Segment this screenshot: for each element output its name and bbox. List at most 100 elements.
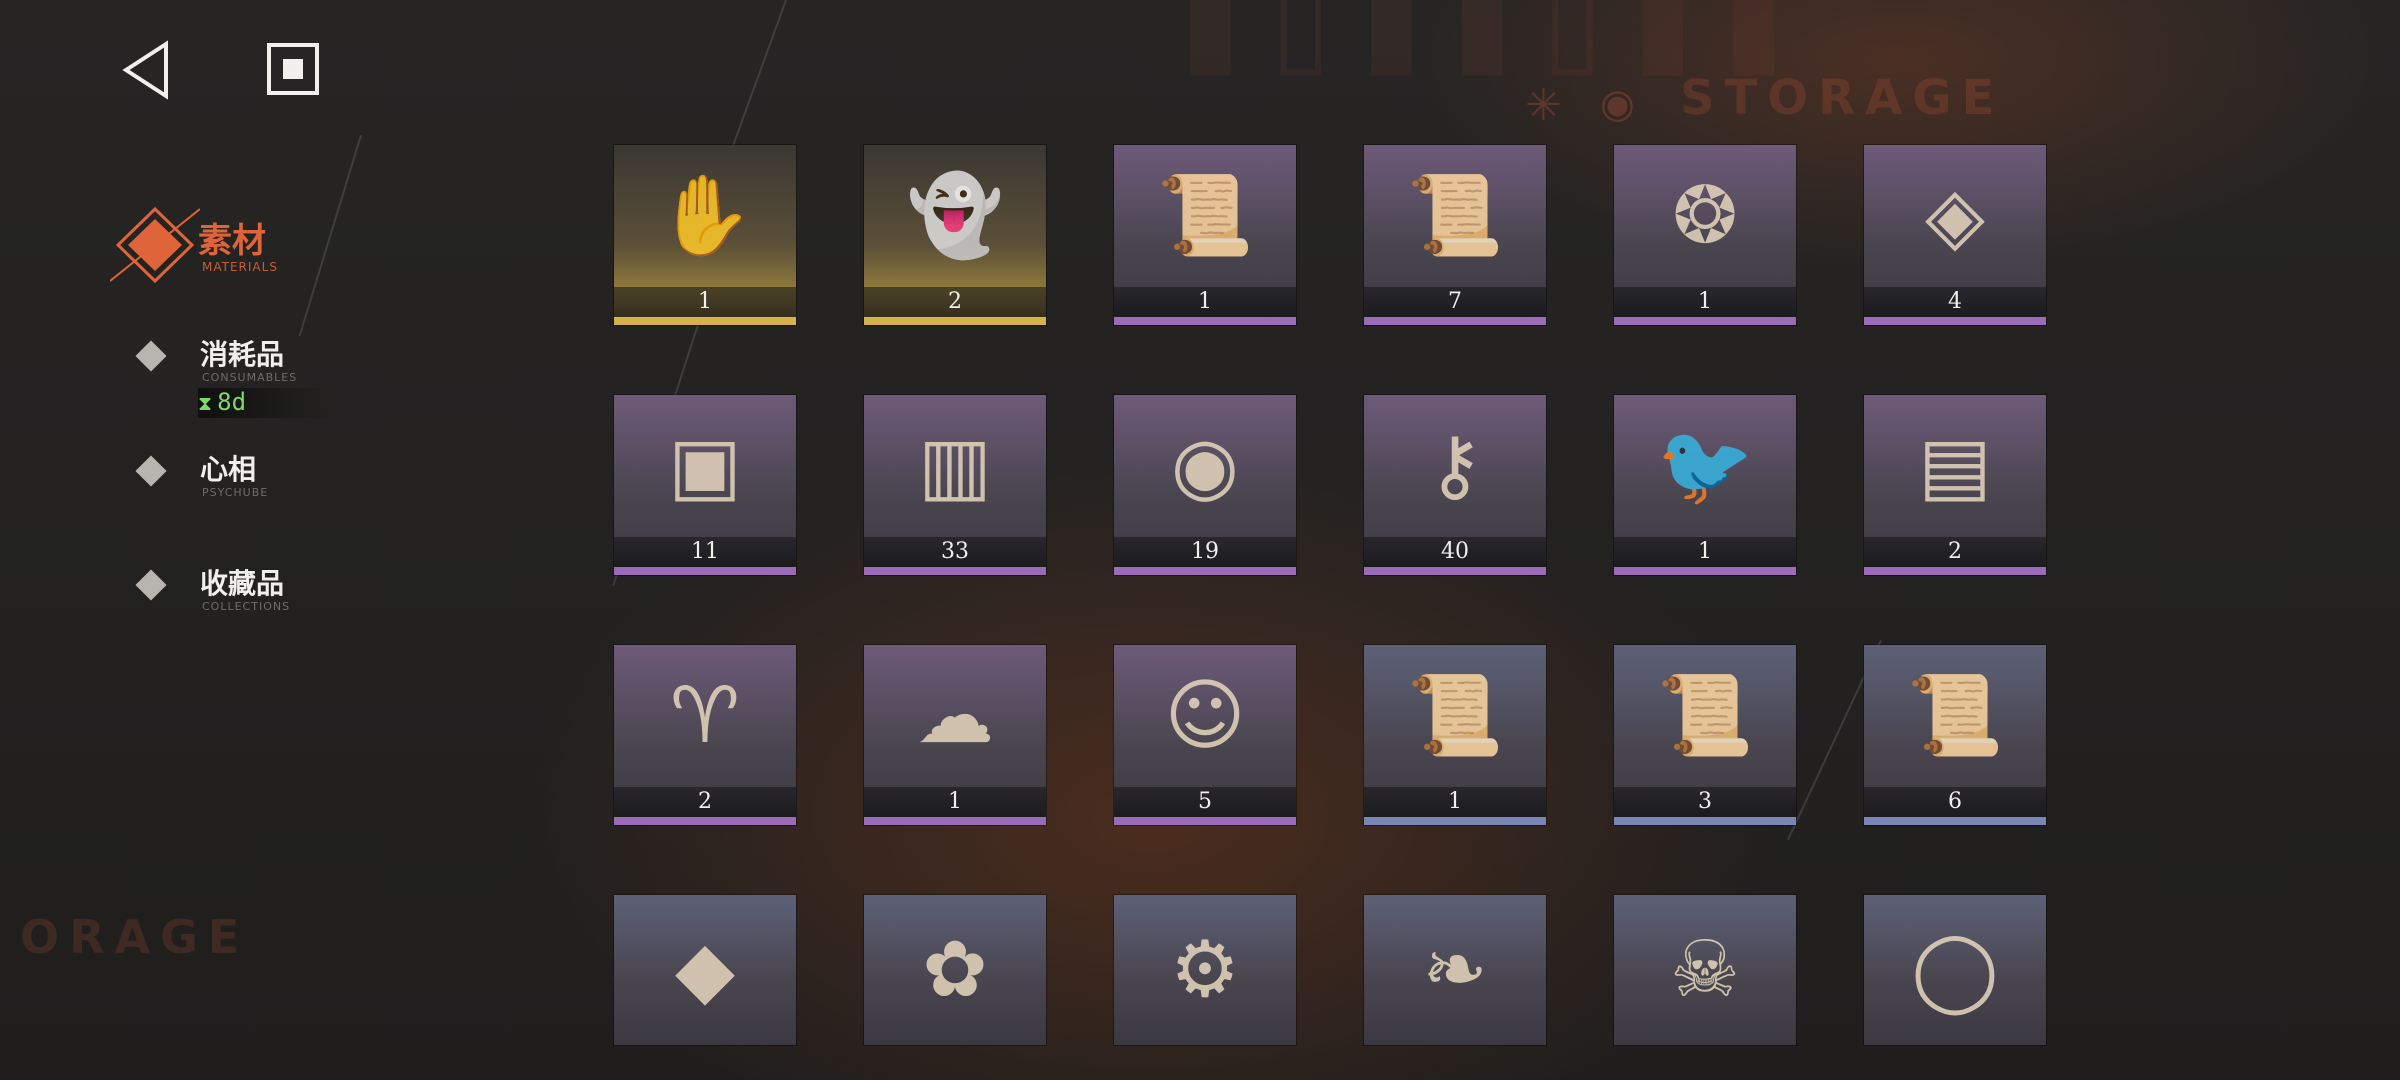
psychube-label: 心相 — [200, 453, 257, 486]
item-count: 1 — [864, 787, 1046, 817]
rarity-bar — [1114, 817, 1296, 825]
scroll-gold-seal-icon: 📜 — [1906, 670, 2004, 761]
back-button[interactable] — [120, 40, 172, 100]
item-tile-brass-gear[interactable]: ⚙ — [1114, 895, 1296, 1045]
hourglass-icon: ⧗ — [198, 391, 213, 415]
collections-sub: COLLECTIONS — [202, 600, 291, 613]
category-materials[interactable]: 素材 MATERIALS — [110, 205, 310, 285]
rarity-bar — [1364, 817, 1546, 825]
item-tile-insect-wing[interactable]: ❧ — [1364, 895, 1546, 1045]
category-collections[interactable]: 收藏品 COLLECTIONS — [135, 562, 340, 622]
ram-skeleton-icon: ♈ — [670, 671, 740, 761]
rarity-bar — [1864, 567, 2046, 575]
sun-icon: ✳ — [1525, 80, 1562, 131]
storage-watermark-top: STORAGE — [1680, 70, 2005, 126]
insect-wing-icon: ❧ — [1422, 925, 1488, 1015]
item-tile-scrolls-gold-seal[interactable]: 📜 7 — [1364, 145, 1546, 325]
stop-button[interactable] — [266, 42, 320, 96]
scarab-pendant-icon: ❂ — [1672, 171, 1738, 261]
divider-slash — [730, 0, 787, 152]
item-tile-scarab-pendant[interactable]: ❂ 1 — [1614, 145, 1796, 325]
crystal-pendulum-icon: ◈ — [1925, 171, 1985, 261]
item-tile-salt-plate[interactable]: ◯ — [1864, 895, 2046, 1045]
item-tile-wooden-frames[interactable]: ▥ 33 — [864, 395, 1046, 575]
item-count: 1 — [1114, 287, 1296, 317]
foxglove-flower-icon: ✿ — [922, 925, 988, 1015]
diamond-icon — [135, 569, 167, 601]
diamond-icon — [135, 455, 167, 487]
eye-icon: ◉ — [1600, 81, 1635, 127]
item-tile-winged-key[interactable]: ⚷ 40 — [1364, 395, 1546, 575]
item-tile-foxglove-flower[interactable]: ✿ — [864, 895, 1046, 1045]
salt-plate-icon: ◯ — [1911, 925, 1999, 1015]
item-tile-ghost-figure[interactable]: 👻 2 — [864, 145, 1046, 325]
rarity-bar — [1114, 317, 1296, 325]
silver-ingot-stack-icon: ▤ — [1918, 421, 1992, 511]
rarity-bar — [614, 567, 796, 575]
item-tile-relic-box-hand[interactable]: ✋ 1 — [614, 145, 796, 325]
item-tile-green-crystal[interactable]: ◆ — [614, 895, 796, 1045]
back-triangle-icon — [122, 40, 168, 100]
scrolls-gold-seal-icon: 📜 — [1406, 170, 1504, 261]
category-psychube[interactable]: 心相 PSYCHUBE — [135, 448, 340, 508]
item-count: 7 — [1364, 287, 1546, 317]
carved-stone-tablet-icon: ▣ — [668, 421, 742, 511]
psychube-sub: PSYCHUBE — [202, 486, 269, 499]
rarity-bar — [864, 317, 1046, 325]
rarity-bar — [1864, 817, 2046, 825]
rarity-bar — [1864, 317, 2046, 325]
item-tile-scroll-red-seal[interactable]: 📜 1 — [1364, 645, 1546, 825]
scroll-red-seal-icon: 📜 — [1406, 670, 1504, 761]
consumables-sub: CONSUMABLES — [202, 371, 298, 384]
diamond-icon — [135, 340, 167, 372]
item-tile-doll-head[interactable]: ☺ 5 — [1114, 645, 1296, 825]
brass-gear-icon: ⚙ — [1170, 925, 1240, 1015]
item-count: 3 — [1614, 787, 1796, 817]
wooden-frames-icon: ▥ — [918, 421, 992, 511]
item-tile-brass-orb-device[interactable]: ◉ 19 — [1114, 395, 1296, 575]
rarity-bar — [1364, 567, 1546, 575]
bone-pile-icon: ☠ — [1670, 925, 1740, 1015]
rarity-bar — [864, 817, 1046, 825]
item-tile-scrolls-red-seal[interactable]: 📜 1 — [1114, 145, 1296, 325]
item-count: 4 — [1864, 287, 2046, 317]
item-tile-scroll-green-seal[interactable]: 📜 3 — [1614, 645, 1796, 825]
metal-bird-icon: 🐦 — [1656, 420, 1754, 511]
winged-key-icon: ⚷ — [1426, 421, 1484, 511]
item-tile-bone-pile[interactable]: ☠ — [1614, 895, 1796, 1045]
item-count: 2 — [1864, 537, 2046, 567]
item-tile-silver-ingot-stack[interactable]: ▤ 2 — [1864, 395, 2046, 575]
item-tile-scroll-gold-seal[interactable]: 📜 6 — [1864, 645, 2046, 825]
storage-watermark-left: ORAGE — [20, 910, 250, 964]
timer-value: 8d — [217, 388, 247, 416]
item-count: 1 — [614, 287, 796, 317]
rarity-bar — [1614, 567, 1796, 575]
rarity-bar — [1614, 317, 1796, 325]
item-tile-crystal-pendulum[interactable]: ◈ 4 — [1864, 145, 2046, 325]
item-count: 1 — [1614, 537, 1796, 567]
materials-diamond-icon — [110, 206, 200, 284]
item-tile-metal-bird[interactable]: 🐦 1 — [1614, 395, 1796, 575]
item-tile-ram-skeleton[interactable]: ♈ 2 — [614, 645, 796, 825]
wool-sprout-icon: ☁ — [916, 671, 994, 761]
category-consumables[interactable]: 消耗品 CONSUMABLES — [135, 333, 340, 393]
rarity-bar — [614, 817, 796, 825]
scroll-green-seal-icon: 📜 — [1656, 670, 1754, 761]
item-tile-carved-stone-tablet[interactable]: ▣ 11 — [614, 395, 796, 575]
rarity-bar — [1364, 317, 1546, 325]
materials-label: 素材 — [198, 221, 266, 261]
item-count: 11 — [614, 537, 796, 567]
materials-sub: MATERIALS — [202, 260, 278, 274]
item-count: 6 — [1864, 787, 2046, 817]
stop-square-icon — [267, 43, 319, 95]
item-tile-wool-sprout[interactable]: ☁ 1 — [864, 645, 1046, 825]
green-crystal-icon: ◆ — [675, 925, 735, 1015]
rarity-bar — [864, 567, 1046, 575]
item-count: 2 — [614, 787, 796, 817]
ghost-figure-icon: 👻 — [906, 170, 1004, 261]
item-count: 5 — [1114, 787, 1296, 817]
item-count: 19 — [1114, 537, 1296, 567]
scrolls-red-seal-icon: 📜 — [1156, 170, 1254, 261]
brass-orb-device-icon: ◉ — [1170, 421, 1240, 511]
consumables-label: 消耗品 — [200, 338, 285, 371]
